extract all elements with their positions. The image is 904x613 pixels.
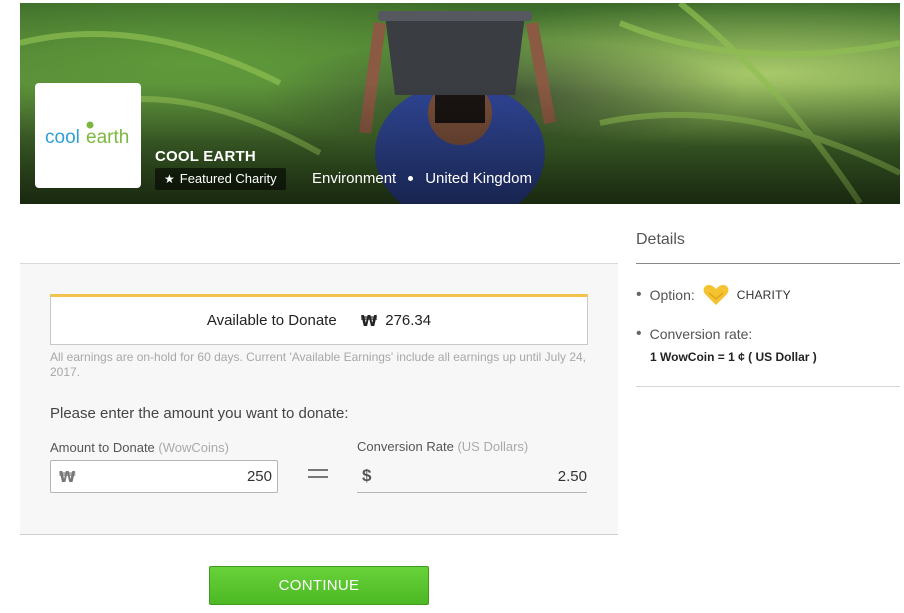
star-icon: ★ (164, 172, 175, 186)
available-amount-value: 276.34 (385, 312, 432, 329)
donate-prompt: Please enter the amount you want to dona… (50, 405, 349, 422)
svg-text:earth: earth (86, 127, 129, 148)
available-amount: ₩ 276.34 (361, 312, 431, 330)
conversion-field: $ 2.50 (357, 460, 587, 493)
amount-input[interactable]: ₩ 250 (50, 460, 278, 493)
featured-badge: ★ Featured Charity (155, 168, 286, 190)
location-tag: United Kingdom (425, 170, 532, 187)
conversion-label: Conversion Rate (US Dollars) (357, 439, 529, 454)
conversion-value: 2.50 (557, 467, 587, 485)
option-label: Option: (649, 287, 695, 303)
amount-label: Amount to Donate (WowCoins) (50, 440, 229, 455)
dollar-icon: $ (362, 466, 372, 485)
amount-value: 250 (246, 468, 272, 485)
option-value: CHARITY (736, 288, 791, 302)
heart-icon (703, 285, 729, 305)
charity-logo: cool earth (35, 83, 141, 188)
charity-banner: cool earth COOL EARTH ★ Featured Charity… (20, 3, 900, 204)
option-row: • Option: CHARITY (636, 284, 791, 306)
details-title: Details (636, 231, 685, 248)
featured-label: Featured Charity (179, 171, 277, 186)
wowcoin-icon: ₩ (59, 467, 76, 486)
separator-dot (408, 176, 414, 181)
available-label: Available to Donate (206, 312, 337, 329)
earnings-note: All earnings are on-hold for 60 days. Cu… (50, 350, 587, 379)
cool-earth-logo: cool earth (45, 121, 129, 148)
wowcoin-icon: ₩ (360, 311, 378, 330)
charity-tags: Environment United Kingdom (312, 170, 532, 187)
details-divider (636, 263, 900, 264)
charity-name: COOL EARTH (155, 148, 256, 165)
category-tag: Environment (312, 170, 397, 187)
donation-form: Available to Donate ₩ 276.34 All earning… (20, 264, 618, 535)
details-bottom-divider (636, 386, 900, 387)
svg-text:cool: cool (45, 127, 80, 148)
conversion-rate-label: Conversion rate: (649, 326, 753, 342)
conversion-rate-value: 1 WowCoin = 1 ¢ ( US Dollar ) (650, 350, 817, 364)
available-to-donate-box: Available to Donate ₩ 276.34 (50, 294, 588, 345)
continue-button[interactable]: CONTINUE (209, 566, 429, 605)
conversion-row: • Conversion rate: (636, 325, 753, 342)
equals-icon (308, 464, 328, 483)
